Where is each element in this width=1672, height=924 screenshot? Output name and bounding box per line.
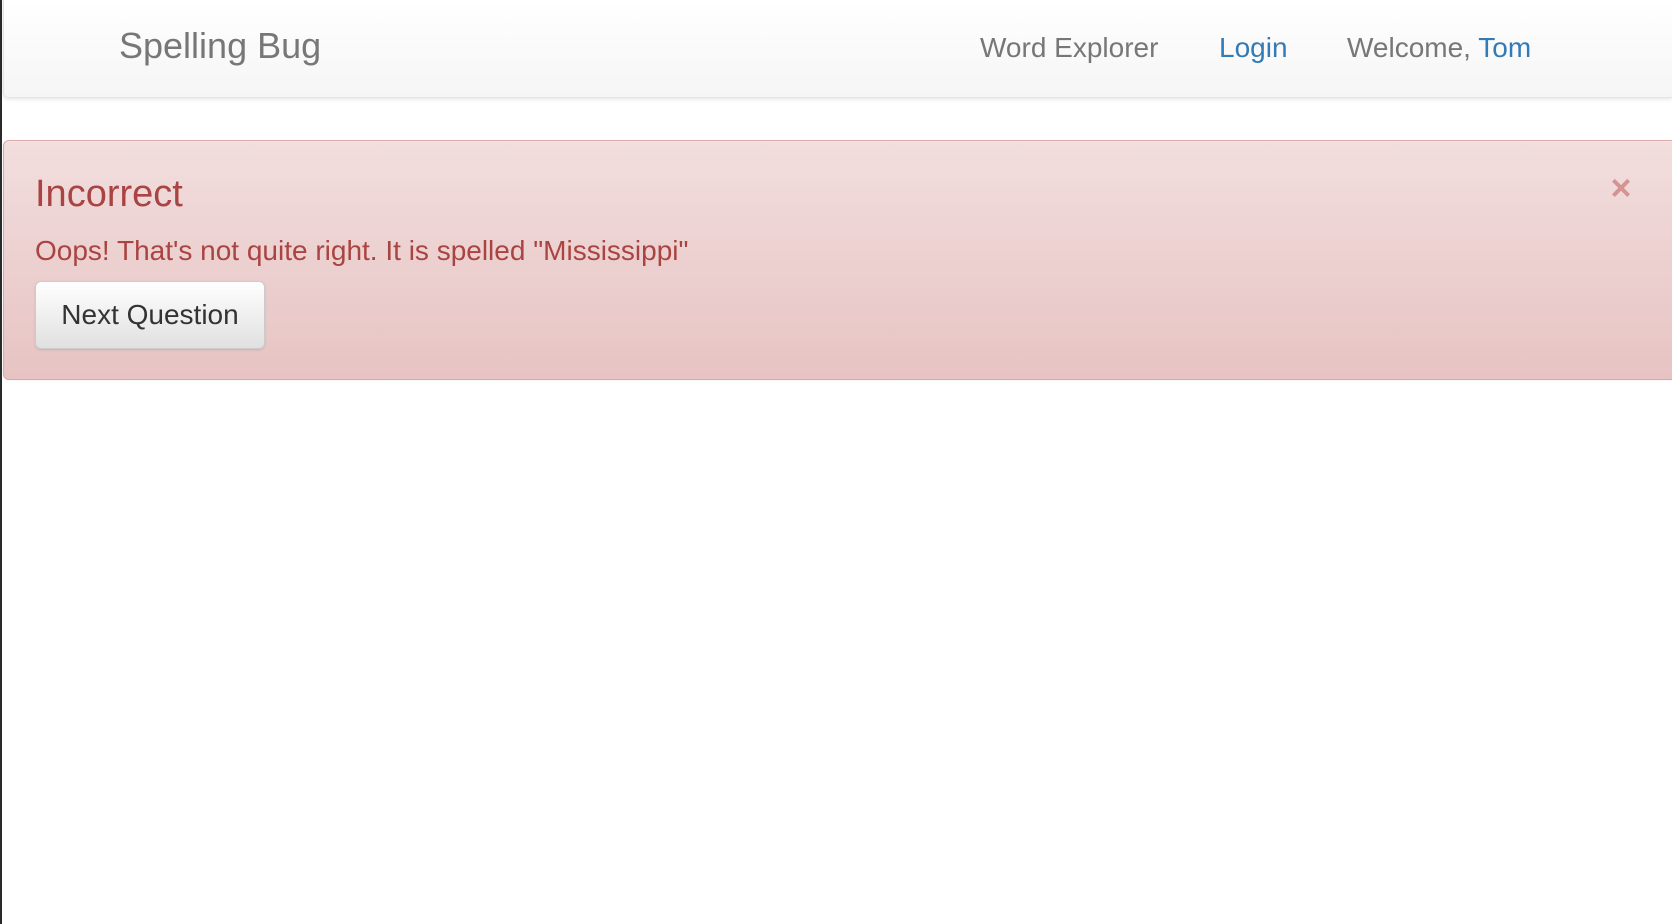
alert-message: Oops! That's not quite right. It is spel… — [35, 235, 689, 266]
window-left-edge — [0, 0, 2, 924]
brand-link[interactable]: Spelling Bug — [119, 24, 321, 68]
incorrect-alert: Incorrect × Oops! That's not quite right… — [3, 140, 1672, 380]
nav-word-explorer[interactable]: Word Explorer — [980, 30, 1158, 66]
user-name-link[interactable]: Tom — [1478, 32, 1531, 63]
next-question-button[interactable]: Next Question — [35, 281, 265, 349]
welcome-text: Welcome, Tom — [1347, 30, 1531, 66]
nav-login[interactable]: Login — [1219, 30, 1288, 66]
alert-title: Incorrect — [35, 173, 183, 215]
close-icon[interactable]: × — [1604, 170, 1638, 206]
welcome-prefix: Welcome, — [1347, 32, 1479, 63]
top-navbar: Spelling Bug Word Explorer Login Welcome… — [3, 0, 1672, 98]
